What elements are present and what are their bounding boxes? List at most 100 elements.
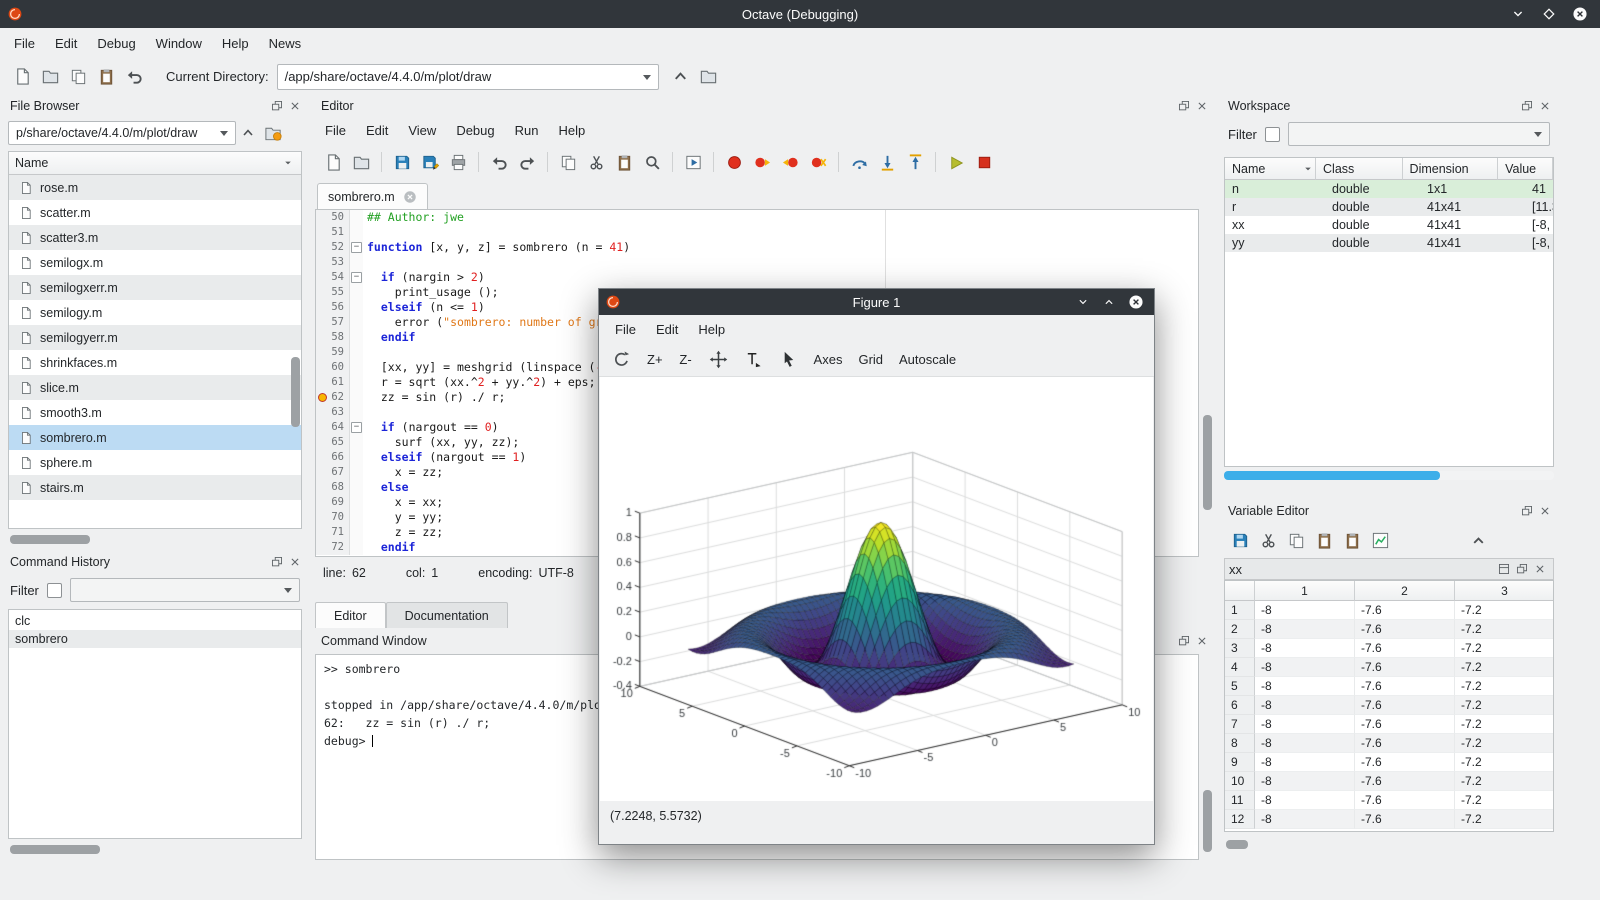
variable-grid-cell[interactable]: -7.2 <box>1455 601 1554 620</box>
command-window-vscrollbar[interactable] <box>1203 790 1212 852</box>
rotate-tool-button[interactable] <box>605 347 638 373</box>
fold-marker-icon[interactable] <box>350 270 363 285</box>
variable-editor-float-button[interactable] <box>1518 502 1536 520</box>
variable-grid-row-header[interactable]: 2 <box>1225 620 1255 639</box>
editor-code-line[interactable]: 50## Author: jwe <box>316 210 1198 225</box>
menu-news[interactable]: News <box>259 31 312 56</box>
history-item[interactable]: sombrero <box>9 630 301 648</box>
directory-up-button[interactable] <box>667 63 695 91</box>
editor-close-button[interactable] <box>1193 97 1211 115</box>
variable-grid-cell[interactable]: -8 <box>1255 658 1355 677</box>
line-number-gutter[interactable]: 72 <box>316 540 350 555</box>
line-number-gutter[interactable]: 70 <box>316 510 350 525</box>
variable-grid-cell[interactable]: -8 <box>1255 639 1355 658</box>
variable-grid-column-header[interactable]: 2 <box>1355 581 1455 601</box>
variable-grid-row-header[interactable]: 8 <box>1225 734 1255 753</box>
variable-grid-row-header[interactable]: 6 <box>1225 696 1255 715</box>
editor-code-line[interactable]: 54 if (nargin > 2) <box>316 270 1198 285</box>
variable-grid-cell[interactable]: -7.6 <box>1355 658 1455 677</box>
variable-grid-cell[interactable]: -7.6 <box>1355 791 1455 810</box>
zoom-out-button[interactable]: Z- <box>672 347 700 373</box>
workspace-column-name[interactable]: Name <box>1225 158 1316 180</box>
undo-button[interactable] <box>120 63 148 91</box>
editor-menu-view[interactable]: View <box>398 118 446 143</box>
save-as-button[interactable] <box>416 148 444 176</box>
line-number-gutter[interactable]: 58 <box>316 330 350 345</box>
save-button[interactable] <box>388 148 416 176</box>
workspace-hscrollbar[interactable] <box>1224 471 1440 480</box>
variable-grid-cell[interactable]: -8 <box>1255 715 1355 734</box>
file-row-semilogy.m[interactable]: semilogy.m <box>9 300 301 325</box>
current-directory-combo[interactable]: /app/share/octave/4.4.0/m/plot/draw <box>277 64 659 90</box>
find-button[interactable] <box>638 148 666 176</box>
command-window-close-button[interactable] <box>1193 632 1211 650</box>
variable-grid-row-header[interactable]: 9 <box>1225 753 1255 772</box>
workspace-column-class[interactable]: Class <box>1316 158 1403 180</box>
continue-button[interactable] <box>942 148 970 176</box>
variable-grid-cell[interactable]: -7.2 <box>1455 810 1554 829</box>
paste-button[interactable] <box>610 148 638 176</box>
workspace-row-xx[interactable]: xxdouble41x41[-8, -7.6 <box>1225 216 1553 234</box>
command-history-float-button[interactable] <box>268 553 286 571</box>
variable-grid-cell[interactable]: -7.6 <box>1355 620 1455 639</box>
variable-close-button[interactable] <box>1531 560 1549 578</box>
figure-close-button[interactable] <box>1128 294 1144 310</box>
variable-grid-cell[interactable]: -7.6 <box>1355 772 1455 791</box>
axes-button[interactable]: Axes <box>807 347 850 373</box>
fold-marker-icon[interactable] <box>350 420 363 435</box>
next-breakpoint-button[interactable] <box>748 148 776 176</box>
print-button[interactable] <box>444 148 472 176</box>
cut-button[interactable] <box>1254 526 1282 554</box>
variable-grid-cell[interactable]: -7.6 <box>1355 696 1455 715</box>
command-history-close-button[interactable] <box>286 553 304 571</box>
editor-code-line[interactable]: 51 <box>316 225 1198 240</box>
editor-code-line[interactable]: 52function [x, y, z] = sombrero (n = 41) <box>316 240 1198 255</box>
line-number-gutter[interactable]: 65 <box>316 435 350 450</box>
copy-button[interactable] <box>1282 526 1310 554</box>
line-number-gutter[interactable]: 64 <box>316 420 350 435</box>
history-filter-combo[interactable] <box>70 578 300 602</box>
variable-grid-column-header[interactable]: 3 <box>1455 581 1554 601</box>
plot-variable-button[interactable] <box>1366 526 1394 554</box>
step-out-button[interactable] <box>901 148 929 176</box>
file-browser-up-button[interactable] <box>236 121 260 145</box>
variable-editor-collapse-button[interactable] <box>1464 526 1492 554</box>
file-row-slice.m[interactable]: slice.m <box>9 375 301 400</box>
editor-vscrollbar[interactable] <box>1203 415 1212 510</box>
variable-grid-cell[interactable]: -8 <box>1255 620 1355 639</box>
line-number-gutter[interactable]: 54 <box>316 270 350 285</box>
figure-titlebar[interactable]: Figure 1 <box>599 289 1154 315</box>
figure-maximize-button[interactable] <box>1102 295 1116 309</box>
file-row-semilogxerr.m[interactable]: semilogxerr.m <box>9 275 301 300</box>
workspace-float-button[interactable] <box>1518 97 1536 115</box>
insert-text-button[interactable] <box>737 347 770 373</box>
file-row-smooth3.m[interactable]: smooth3.m <box>9 400 301 425</box>
variable-grid-row-header[interactable]: 10 <box>1225 772 1255 791</box>
variable-grid-cell[interactable]: -7.2 <box>1455 639 1554 658</box>
editor-float-button[interactable] <box>1175 97 1193 115</box>
variable-grid-cell[interactable]: -7.6 <box>1355 810 1455 829</box>
paste-button[interactable] <box>1310 526 1338 554</box>
variable-editor-hscrollbar[interactable] <box>1226 840 1248 849</box>
remove-breakpoints-button[interactable] <box>804 148 832 176</box>
window-shade-button[interactable] <box>1510 6 1526 22</box>
line-number-gutter[interactable]: 60 <box>316 360 350 375</box>
file-browser-float-button[interactable] <box>268 97 286 115</box>
workspace-close-button[interactable] <box>1536 97 1554 115</box>
line-number-gutter[interactable]: 55 <box>316 285 350 300</box>
line-number-gutter[interactable]: 50 <box>316 210 350 225</box>
variable-grid-row-header[interactable]: 4 <box>1225 658 1255 677</box>
variable-grid-cell[interactable]: -8 <box>1255 696 1355 715</box>
copy-button[interactable] <box>554 148 582 176</box>
workspace-column-dimension[interactable]: Dimension <box>1403 158 1499 180</box>
line-number-gutter[interactable]: 66 <box>316 450 350 465</box>
save-variable-button[interactable] <box>1226 526 1254 554</box>
variable-dock-button[interactable] <box>1495 560 1513 578</box>
new-script-button[interactable] <box>8 63 36 91</box>
variable-grid-row-header[interactable]: 12 <box>1225 810 1255 829</box>
stop-button[interactable] <box>970 148 998 176</box>
variable-editor-close-button[interactable] <box>1536 502 1554 520</box>
variable-grid-cell[interactable]: -8 <box>1255 791 1355 810</box>
open-folder-button[interactable] <box>347 148 375 176</box>
dock-tab-documentation[interactable]: Documentation <box>386 602 508 628</box>
